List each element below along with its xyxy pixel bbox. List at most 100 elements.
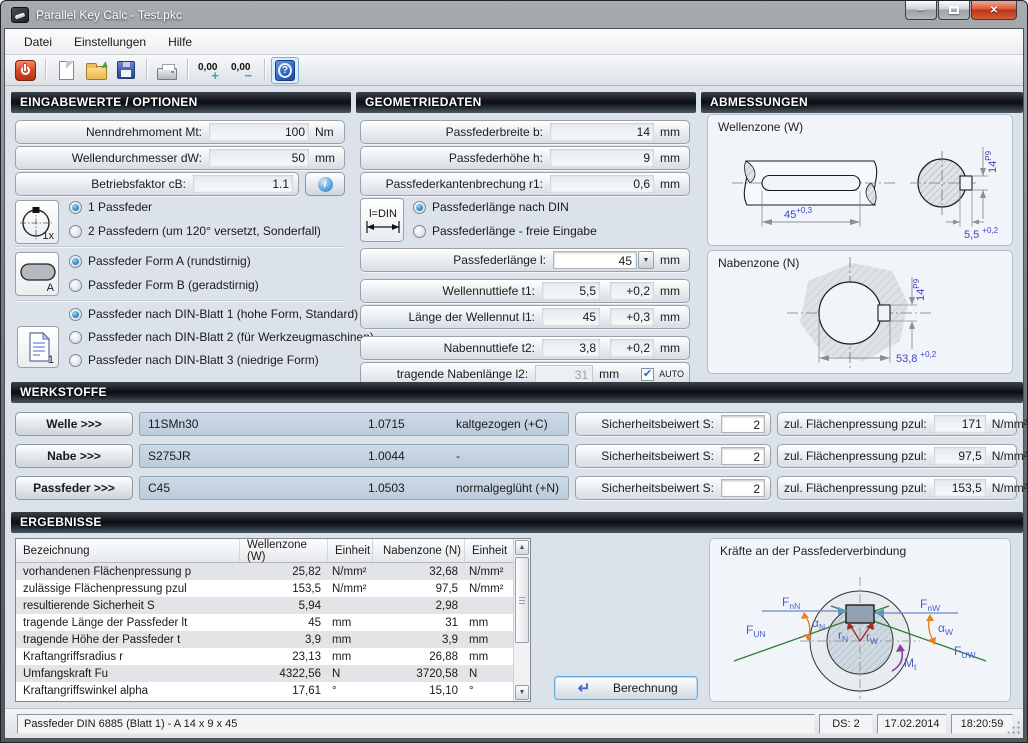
decimals-increase-button[interactable]: 0,00 + [194, 57, 225, 84]
section-header-ergebnisse: ERGEBNISSE [11, 512, 1023, 533]
column-header[interactable]: Wellenzone (W) [240, 539, 328, 562]
nabenzone-drawing-panel: Nabenzone (N) [707, 250, 1013, 374]
maximize-button[interactable] [938, 1, 970, 20]
passfeder-material-box[interactable]: C45 1.0503 normalgeglüht (+N) [139, 476, 569, 500]
open-file-button[interactable] [82, 57, 110, 84]
table-row[interactable]: Kraftangriffsradius r23,13mm26,88mm [16, 648, 513, 665]
dropdown-button[interactable]: ▼ [638, 251, 654, 269]
radio-icon[interactable] [69, 354, 82, 367]
table-cell: 2,98 [373, 600, 465, 612]
new-file-button[interactable] [52, 57, 80, 84]
wellennuttiefe-value[interactable]: 5,5 [542, 282, 600, 300]
help-button[interactable]: ? [271, 57, 299, 84]
column-header[interactable]: Bezeichnung [16, 539, 240, 562]
info-icon: i [318, 177, 333, 192]
nabe-material-button[interactable]: Nabe >>> [15, 444, 133, 468]
decimals-decrease-button[interactable]: 0,00 − [227, 57, 258, 84]
field-label: Betriebsfaktor cB: [22, 177, 193, 191]
berechnung-button[interactable]: ↵ Berechnung [554, 676, 698, 700]
table-row[interactable]: Umfangskraft Fu4322,56N3720,58N [16, 665, 513, 682]
table-row[interactable]: tragende Länge der Passfeder lt45mm31mm [16, 614, 513, 631]
scroll-down-button[interactable]: ▼ [515, 685, 529, 700]
radio-label: 2 Passfedern (um 120° versetzt, Sonderfa… [88, 224, 321, 238]
menu-hilfe[interactable]: Hilfe [157, 31, 203, 53]
main-area: EINGABEWERTE / OPTIONEN Nenndrehmoment M… [5, 86, 1023, 708]
menu-datei[interactable]: Datei [13, 31, 63, 53]
menu-einstellungen[interactable]: Einstellungen [63, 31, 157, 53]
radio-icon[interactable] [69, 279, 82, 292]
table-cell: 31 [373, 617, 465, 629]
results-scrollbar[interactable]: ▲ ▼ [513, 539, 530, 701]
wellennut-laenge-value[interactable]: 45 [542, 308, 600, 326]
field-passfederhoehe: Passfederhöhe h: 9 mm [360, 146, 690, 170]
table-row[interactable]: Kraftangriffswinkel alpha17,61°15,10° [16, 682, 513, 699]
field-label: Wellennuttiefe t1: [367, 284, 542, 298]
radio-icon[interactable] [69, 308, 82, 321]
radio-icon[interactable] [413, 225, 426, 238]
table-row[interactable]: zulässige Flächenpressung pzul153,5N/mm²… [16, 580, 513, 597]
radio-form-a[interactable]: Passfeder Form A (rundstirnig) [69, 252, 251, 270]
radio-icon[interactable] [69, 331, 82, 344]
nabennuttiefe-value[interactable]: 3,8 [542, 339, 600, 357]
column-header[interactable]: Einheit [328, 539, 373, 562]
radio-icon[interactable] [413, 201, 426, 214]
field-betriebsfaktor: Betriebsfaktor cB: 1.1 [15, 172, 299, 196]
exit-button[interactable] [11, 57, 39, 84]
radio-2-passfedern[interactable]: 2 Passfedern (um 120° versetzt, Sonderfa… [69, 222, 321, 240]
nabe-sicherheit-input[interactable]: 2 [721, 447, 765, 465]
nenndrehmoment-input[interactable]: 100 [209, 123, 309, 141]
passfederhoehe-input[interactable]: 9 [550, 149, 654, 167]
passfeder-material-button[interactable]: Passfeder >>> [15, 476, 133, 500]
table-row[interactable]: vorhandenen Flächenpressung p25,82N/mm²3… [16, 563, 513, 580]
open-folder-icon [86, 66, 107, 80]
scroll-up-button[interactable]: ▲ [515, 540, 529, 555]
radio-1-passfeder[interactable]: 1 Passfeder [69, 198, 152, 216]
table-row[interactable]: resultierende Sicherheit S5,942,98 [16, 597, 513, 614]
nabe-material-box[interactable]: S275JR 1.0044 - [139, 444, 569, 468]
passfeder-form-iconbox: A [15, 252, 59, 296]
radio-din-blatt-2[interactable]: Passfeder nach DIN-Blatt 2 (für Werkzeug… [69, 328, 374, 346]
radio-din-blatt-1[interactable]: Passfeder nach DIN-Blatt 1 (hohe Form, S… [69, 305, 358, 323]
save-button[interactable] [112, 57, 140, 84]
radio-icon[interactable] [69, 255, 82, 268]
table-row[interactable]: tragende Höhe der Passfeder t3,9mm3,9mm [16, 631, 513, 648]
column-header[interactable]: Nabenzone (N) [373, 539, 465, 562]
radio-icon[interactable] [69, 201, 82, 214]
material-number: 1.0503 [368, 481, 456, 495]
field-passfederbreite: Passfederbreite b: 14 mm [360, 120, 690, 144]
welle-material-box[interactable]: 11SMn30 1.0715 kaltgezogen (+C) [139, 412, 569, 436]
passfederbreite-input[interactable]: 14 [550, 123, 654, 141]
toolbar: 0,00 + 0,00 − ? [5, 55, 1023, 86]
minimize-button[interactable]: ─ [905, 1, 937, 20]
radio-laenge-din[interactable]: Passfederlänge nach DIN [413, 198, 569, 216]
radio-form-b[interactable]: Passfeder Form B (geradstirnig) [69, 276, 259, 294]
scrollbar-thumb[interactable] [515, 557, 529, 643]
auto-checkbox[interactable]: ✔ [641, 368, 654, 381]
betriebsfaktor-info-button[interactable]: i [305, 172, 345, 196]
radio-laenge-frei[interactable]: Passfederlänge - freie Eingabe [413, 222, 597, 240]
betriebsfaktor-input[interactable]: 1.1 [193, 175, 293, 193]
radio-icon[interactable] [69, 225, 82, 238]
field-label: Sicherheitsbeiwert S: [582, 417, 721, 431]
table-cell: N/mm² [465, 583, 513, 595]
radio-label: Passfeder nach DIN-Blatt 1 (hohe Form, S… [88, 307, 358, 321]
close-button[interactable]: ✕ [971, 1, 1017, 20]
iconbox-caption: 1x [42, 230, 54, 242]
welle-sicherheit-field: Sicherheitsbeiwert S: 2 [575, 412, 771, 436]
table-cell: Kraftangriffswinkel alpha [16, 685, 240, 697]
svg-text:45+0,3: 45+0,3 [784, 206, 813, 221]
radio-din-blatt-3[interactable]: Passfeder nach DIN-Blatt 3 (niedrige For… [69, 351, 319, 369]
svg-text:αW: αW [938, 621, 953, 637]
welle-material-button[interactable]: Welle >>> [15, 412, 133, 436]
kantenbrechung-input[interactable]: 0,6 [550, 175, 654, 193]
titlebar[interactable]: Parallel Key Calc - Test.pkc ─ ✕ [1, 1, 1027, 29]
welle-sicherheit-input[interactable]: 2 [721, 415, 765, 433]
wellendurchmesser-input[interactable]: 50 [209, 149, 309, 167]
field-nenndrehmoment: Nenndrehmoment Mt: 100 Nm [15, 120, 345, 144]
radio-label: 1 Passfeder [88, 200, 152, 214]
column-header[interactable]: Einheit [465, 539, 513, 562]
passfeder-sicherheit-input[interactable]: 2 [721, 479, 765, 497]
material-treatment: kaltgezogen (+C) [456, 417, 568, 431]
passfederlaenge-select[interactable]: 45 [553, 251, 637, 269]
print-button[interactable] [153, 57, 181, 84]
